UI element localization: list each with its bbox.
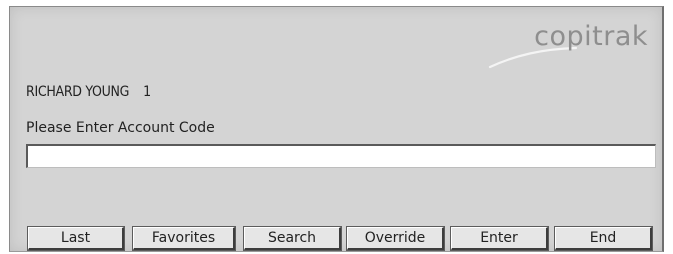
last-button[interactable]: Last — [27, 226, 125, 251]
user-info: RICHARD YOUNG 1 — [26, 84, 151, 100]
end-button[interactable]: End — [554, 226, 653, 251]
copitrak-terminal-panel: copitrak RICHARD YOUNG 1 Please Enter Acc… — [9, 6, 664, 252]
user-name: RICHARD YOUNG — [26, 84, 130, 100]
copitrak-logo: copitrak — [534, 21, 648, 52]
favorites-button[interactable]: Favorites — [132, 226, 236, 251]
override-button[interactable]: Override — [346, 226, 445, 251]
account-code-prompt: Please Enter Account Code — [26, 120, 215, 136]
enter-button[interactable]: Enter — [450, 226, 549, 251]
user-number: 1 — [143, 84, 152, 100]
account-code-input[interactable] — [26, 144, 656, 168]
search-button[interactable]: Search — [243, 226, 342, 251]
